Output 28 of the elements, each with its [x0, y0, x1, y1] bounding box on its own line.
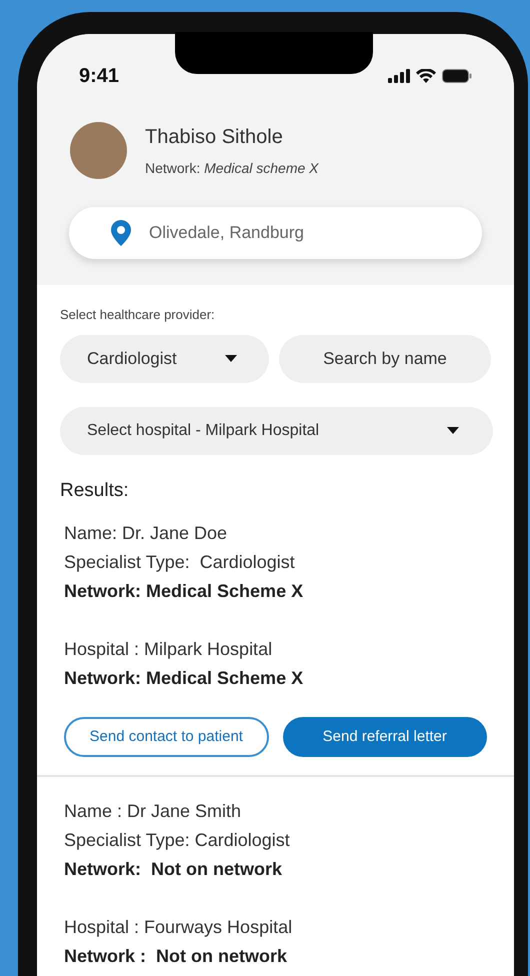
result-network: Network: Medical Scheme X: [64, 580, 304, 603]
result-detail: Hospital : Fourways Hospital: [64, 916, 294, 939]
result-network: Network : Not on network: [64, 945, 288, 968]
wifi-icon: [416, 69, 436, 83]
result-detail: Specialist Type: Cardiologist: [64, 829, 291, 852]
location-pin-icon: [111, 220, 131, 246]
result-detail: Name : Dr Jane Smith: [64, 800, 242, 823]
referral-button[interactable]: Send referral letter: [282, 717, 487, 757]
result-detail: Hospital : Milpark Hospital: [64, 638, 274, 661]
provider-label: Select healthcare provider:: [60, 306, 216, 324]
signal-icon: [388, 69, 410, 83]
result-network: Network: Not on network: [64, 858, 284, 881]
contact-button[interactable]: Send contact to patient: [64, 717, 269, 757]
result-detail: Specialist Type: Cardiologist: [64, 551, 296, 574]
battery-icon: [442, 69, 472, 83]
status-time: 9:41: [79, 64, 120, 89]
caret-icon: [447, 427, 459, 434]
results-heading: Results:: [60, 478, 130, 502]
result-network: Network: Medical Scheme X: [64, 667, 304, 690]
location-text: Olivedale, Randburg: [149, 222, 304, 244]
location-field[interactable]: Olivedale, Randburg: [69, 207, 482, 259]
caret-icon: [225, 355, 237, 362]
specialist-dropdown[interactable]: Cardiologist: [60, 334, 269, 382]
search-field[interactable]: Search by name: [279, 334, 491, 382]
user-network: Network: Medical scheme X: [145, 159, 319, 178]
result-detail: Name: Dr. Jane Doe: [64, 522, 228, 545]
hospital-dropdown[interactable]: Select hospital - Milpark Hospital: [60, 406, 493, 454]
user-name: Thabiso Sithole: [145, 125, 284, 150]
